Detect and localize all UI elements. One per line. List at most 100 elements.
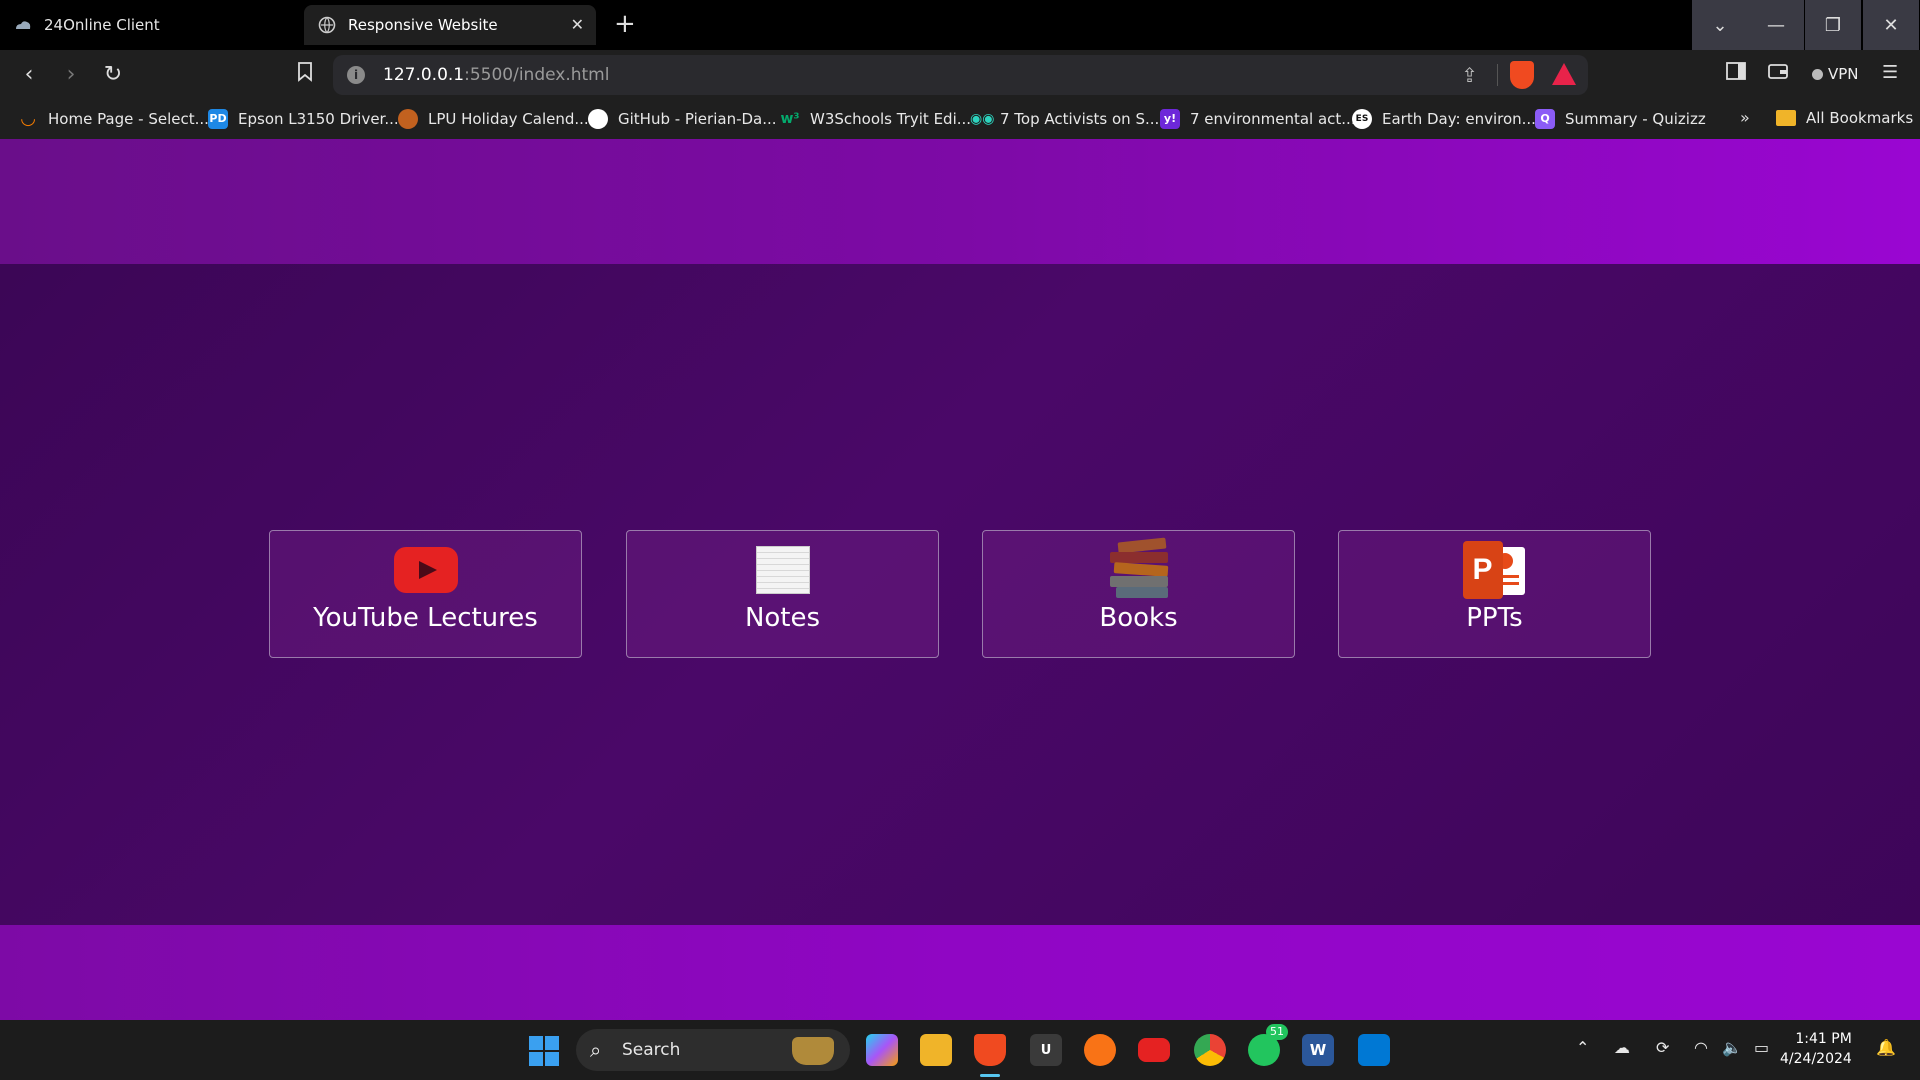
- notes-icon: [755, 545, 810, 595]
- bookmarks-overflow-button[interactable]: »: [1740, 108, 1750, 127]
- w3schools-icon: w³: [780, 111, 800, 127]
- bookmark-label: Earth Day: environ...: [1382, 110, 1536, 128]
- search-highlight-icon: [792, 1037, 834, 1065]
- onedrive-error-icon[interactable]: ☁: [1614, 1038, 1630, 1057]
- reload-icon[interactable]: ↻: [100, 62, 126, 88]
- windows-start-icon[interactable]: [529, 1036, 559, 1066]
- vscode-icon[interactable]: [1358, 1034, 1390, 1066]
- bookmark-item[interactable]: w³ W3Schools Tryit Edi...: [780, 109, 971, 129]
- bookmark-label: 7 Top Activists on S...: [1000, 110, 1160, 128]
- card-ppts[interactable]: P PPTs: [1338, 530, 1651, 658]
- sidebar-toggle-icon[interactable]: [1726, 62, 1746, 85]
- minimize-button[interactable]: —: [1748, 0, 1804, 50]
- chrome-icon[interactable]: [1194, 1034, 1226, 1066]
- card-notes[interactable]: Notes: [626, 530, 939, 658]
- taskbar-search[interactable]: ⌕ Search: [576, 1029, 850, 1071]
- all-bookmarks-button[interactable]: All Bookmarks: [1776, 109, 1913, 127]
- bookmark-label: Epson L3150 Driver...: [238, 110, 399, 128]
- clock[interactable]: 1:41 PM 4/24/2024: [1780, 1029, 1852, 1069]
- restore-button[interactable]: ❐: [1805, 0, 1861, 50]
- new-tab-button[interactable]: +: [614, 9, 636, 39]
- vpn-button[interactable]: VPN: [1812, 65, 1859, 83]
- bookmark-label: W3Schools Tryit Edi...: [810, 110, 972, 128]
- orange-app-icon[interactable]: [1084, 1034, 1116, 1066]
- tab-24online[interactable]: 24Online Client: [0, 5, 296, 45]
- vpn-status-icon: [1812, 69, 1823, 80]
- tab-strip: 24Online Client Responsive Website ✕ + ⌄…: [0, 0, 1920, 50]
- tab-responsive-website[interactable]: Responsive Website ✕: [304, 5, 596, 45]
- tab-search-dropdown-icon[interactable]: ⌄: [1692, 0, 1748, 50]
- card-label: YouTube Lectures: [313, 603, 538, 633]
- bookmarks-bar: ◡ Home Page - Select... PD Epson L3150 Dri…: [0, 100, 1920, 139]
- notifications-icon[interactable]: 🔔: [1876, 1038, 1896, 1057]
- yahoo-icon: y!: [1160, 109, 1180, 129]
- show-hidden-icons-icon[interactable]: ⌃: [1576, 1038, 1589, 1057]
- share-icon[interactable]: ⇪: [1461, 63, 1478, 87]
- battery-icon[interactable]: ▭: [1754, 1038, 1769, 1057]
- bookmark-item[interactable]: ES Earth Day: environ...: [1352, 109, 1536, 129]
- brave-browser-icon[interactable]: [974, 1034, 1006, 1066]
- pd-icon: PD: [208, 109, 228, 129]
- web-page: YouTube Lectures Notes Books P PPTs: [0, 139, 1920, 1020]
- bookmark-item[interactable]: ◡ Home Page - Select...: [18, 109, 209, 129]
- active-app-indicator: [980, 1074, 1000, 1077]
- youtube-icon: [393, 545, 458, 595]
- menu-icon[interactable]: ☰: [1882, 62, 1898, 83]
- bookmark-item[interactable]: y! 7 environmental act...: [1160, 109, 1356, 129]
- amazon-icon: ◡: [21, 108, 35, 129]
- url-text[interactable]: 127.0.0.1:5500/index.html: [383, 65, 609, 85]
- earthday-icon: ES: [1352, 109, 1372, 129]
- youtube-app-icon[interactable]: [1138, 1038, 1170, 1062]
- tab-label: 24Online Client: [44, 16, 160, 34]
- lpu-icon: [398, 109, 418, 129]
- screen: 24Online Client Responsive Website ✕ + ⌄…: [0, 0, 1920, 1080]
- file-explorer-icon[interactable]: [920, 1034, 952, 1066]
- copilot-icon[interactable]: [866, 1034, 898, 1066]
- forward-icon[interactable]: ›: [58, 62, 84, 88]
- back-icon[interactable]: ‹: [16, 62, 42, 88]
- activists-icon: ◉◉: [970, 111, 995, 127]
- wifi-icon[interactable]: ◠: [1694, 1038, 1708, 1057]
- tab-label: Responsive Website: [348, 16, 498, 34]
- globe-icon: [318, 16, 336, 34]
- quizizz-icon: Q: [1535, 109, 1555, 129]
- omnibox-divider: [1497, 64, 1498, 86]
- word-icon[interactable]: W: [1302, 1034, 1334, 1066]
- brave-shields-icon[interactable]: [1510, 61, 1534, 89]
- close-window-button[interactable]: ✕: [1863, 0, 1919, 50]
- bookmark-item[interactable]: LPU Holiday Calend...: [398, 109, 589, 129]
- folder-icon: [1776, 110, 1796, 126]
- bookmark-label: Summary - Quizizz: [1565, 110, 1706, 128]
- volume-icon[interactable]: 🔈: [1722, 1038, 1742, 1057]
- site-info-icon[interactable]: i: [347, 66, 365, 84]
- bookmark-label: GitHub - Pierian-Da...: [618, 110, 777, 128]
- bookmark-item[interactable]: ◉◉ 7 Top Activists on S...: [970, 109, 1159, 129]
- url-host: 127.0.0.1: [383, 65, 465, 85]
- brave-rewards-icon[interactable]: [1552, 63, 1576, 85]
- search-label: Search: [622, 1040, 681, 1060]
- bookmark-item[interactable]: PD Epson L3150 Driver...: [208, 109, 399, 129]
- bookmark-item[interactable]: GitHub - Pierian-Da...: [588, 109, 777, 129]
- powerpoint-icon: P: [1462, 541, 1527, 599]
- clock-date: 4/24/2024: [1780, 1051, 1852, 1067]
- card-books[interactable]: Books: [982, 530, 1295, 658]
- github-icon: [588, 109, 608, 129]
- all-bookmarks-label: All Bookmarks: [1806, 109, 1914, 127]
- bookmark-icon[interactable]: [292, 62, 318, 88]
- taskbar: ⌕ Search U 51 W ⌃ ☁ ⟳ ◠ 🔈 ▭ 1:41 PM 4/24…: [0, 1020, 1920, 1080]
- bookmark-label: Home Page - Select...: [48, 110, 209, 128]
- wallet-icon[interactable]: [1768, 62, 1788, 85]
- u-app-icon[interactable]: U: [1030, 1034, 1062, 1066]
- card-label: Notes: [744, 603, 821, 633]
- card-label: PPTs: [1466, 603, 1523, 633]
- card-youtube-lectures[interactable]: YouTube Lectures: [269, 530, 582, 658]
- close-tab-icon[interactable]: ✕: [571, 15, 584, 34]
- resource-cards: YouTube Lectures Notes Books P PPTs: [0, 139, 1920, 1020]
- sync-icon[interactable]: ⟳: [1656, 1038, 1669, 1057]
- clock-time: 1:41 PM: [1795, 1031, 1852, 1047]
- books-icon: [1104, 537, 1174, 598]
- bookmark-label: LPU Holiday Calend...: [428, 110, 589, 128]
- whatsapp-notification-badge: 51: [1266, 1024, 1288, 1040]
- address-bar[interactable]: i 127.0.0.1:5500/index.html ⇪: [333, 55, 1588, 95]
- bookmark-item[interactable]: Q Summary - Quizizz: [1535, 109, 1706, 129]
